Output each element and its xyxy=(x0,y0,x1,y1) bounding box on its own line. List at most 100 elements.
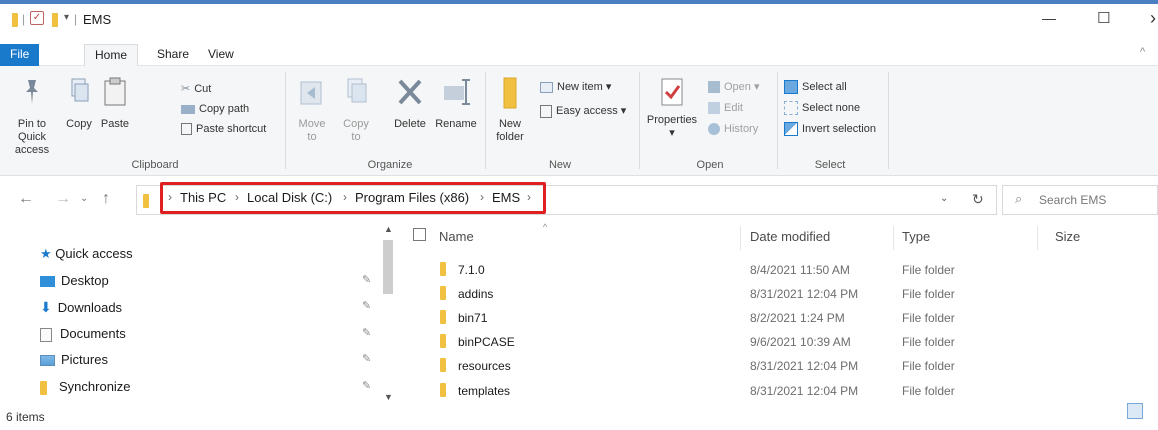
tab-view[interactable]: View xyxy=(198,44,244,66)
properties-button[interactable]: Properties ▾ xyxy=(644,76,700,140)
copy-path-icon xyxy=(181,104,195,114)
pin-icon: ✎ xyxy=(362,300,372,312)
nav-pane-scrollbar[interactable]: ▲ ▼ xyxy=(381,224,395,404)
properties-icon xyxy=(661,78,683,106)
folder-icon xyxy=(12,13,18,27)
folder-icon xyxy=(440,383,446,397)
tab-share[interactable]: Share xyxy=(147,44,199,66)
group-label-new: New xyxy=(548,159,571,171)
paste-shortcut-button[interactable]: Paste shortcut xyxy=(181,120,266,138)
new-item-button[interactable]: New item ▾ xyxy=(540,78,611,96)
rename-button[interactable]: Rename xyxy=(434,76,478,131)
folder-icon xyxy=(440,262,446,276)
paste-button[interactable]: Paste xyxy=(100,76,130,131)
file-type: File folder xyxy=(902,384,955,398)
breadcrumb-ems[interactable]: EMS xyxy=(492,190,520,205)
details-view-icon[interactable] xyxy=(1127,403,1143,419)
group-label-organize: Organize xyxy=(367,159,413,171)
invert-selection-button[interactable]: Invert selection xyxy=(784,120,876,138)
breadcrumb-this-pc[interactable]: This PC xyxy=(180,190,226,205)
nav-item-desktop[interactable]: Desktop xyxy=(40,270,109,292)
divider xyxy=(893,226,894,250)
cut-button[interactable]: ✂ Cut xyxy=(181,80,211,98)
breadcrumb-separator-icon: › xyxy=(480,190,484,204)
copy-to-icon xyxy=(347,78,367,103)
file-type: File folder xyxy=(902,335,955,349)
scroll-down-arrow-icon[interactable]: ▼ xyxy=(384,392,393,402)
nav-item-downloads[interactable]: ⬇ Downloads xyxy=(40,296,122,318)
maximize-button[interactable]: ☐ xyxy=(1097,9,1110,27)
copy-path-button[interactable]: Copy path xyxy=(181,100,249,118)
rename-icon xyxy=(444,79,470,105)
title-bar: | ✓ ▾ | EMS — ☐ › xyxy=(0,0,1158,40)
desktop-icon xyxy=(40,276,55,288)
column-header-date-modified[interactable]: Date modified xyxy=(750,229,830,244)
select-none-button[interactable]: Select none xyxy=(784,99,860,117)
item-count: 6 items xyxy=(6,410,45,424)
address-dropdown-chevron-icon[interactable]: ⌄ xyxy=(940,193,948,204)
delete-button[interactable]: Delete xyxy=(388,76,432,131)
file-row[interactable]: binPCASE 9/6/2021 10:39 AM File folder xyxy=(400,331,1158,353)
scroll-up-arrow-icon[interactable]: ▲ xyxy=(384,224,393,234)
history-button[interactable]: History xyxy=(708,120,758,138)
minimize-button[interactable]: — xyxy=(1042,10,1056,26)
divider xyxy=(639,72,640,169)
file-name: templates xyxy=(458,384,511,398)
nav-item-pictures[interactable]: Pictures xyxy=(40,349,108,371)
documents-icon xyxy=(40,327,52,342)
scrollbar-thumb[interactable] xyxy=(383,240,393,294)
tab-home[interactable]: Home xyxy=(84,44,139,66)
nav-item-documents[interactable]: Documents xyxy=(40,323,126,345)
properties-qat-icon[interactable]: ✓ xyxy=(30,11,44,25)
divider xyxy=(485,72,486,169)
ribbon-collapse-icon[interactable]: ^ xyxy=(1140,46,1145,58)
folder-icon xyxy=(440,358,446,372)
file-row[interactable]: templates 8/31/2021 12:04 PM File folder xyxy=(400,380,1158,402)
open-icon xyxy=(708,81,720,94)
divider xyxy=(1037,226,1038,250)
new-folder-button[interactable]: New folder xyxy=(492,76,528,144)
file-row[interactable]: bin71 8/2/2021 1:24 PM File folder xyxy=(400,307,1158,329)
group-label-open: Open xyxy=(696,159,724,171)
new-folder-qat-icon[interactable] xyxy=(52,13,58,27)
column-header-type[interactable]: Type xyxy=(902,229,930,244)
file-type: File folder xyxy=(902,263,955,277)
column-header-size[interactable]: Size xyxy=(1055,229,1080,244)
file-row[interactable]: resources 8/31/2021 12:04 PM File folder xyxy=(400,355,1158,377)
breadcrumb-local-disk[interactable]: Local Disk (C:) xyxy=(247,190,332,205)
move-to-button[interactable]: Move to xyxy=(294,76,330,144)
file-row[interactable]: 7.1.0 8/4/2021 11:50 AM File folder xyxy=(400,259,1158,281)
breadcrumb-program-files[interactable]: Program Files (x86) xyxy=(355,190,469,205)
folder-icon xyxy=(143,194,149,208)
customize-qat-icon[interactable]: ▾ xyxy=(64,12,69,23)
search-box[interactable]: ⌕ Search EMS xyxy=(1002,185,1158,215)
up-arrow-icon[interactable]: ↑ xyxy=(102,190,110,208)
nav-quick-access[interactable]: ★ Quick access xyxy=(40,243,133,265)
select-all-checkbox[interactable] xyxy=(413,228,426,241)
file-date: 8/31/2021 12:04 PM xyxy=(750,287,859,301)
column-header-name[interactable]: Name xyxy=(439,229,474,244)
nav-item-synchronize[interactable]: Synchronize xyxy=(40,376,131,398)
open-button[interactable]: Open ▾ xyxy=(708,78,760,96)
tab-file[interactable]: File xyxy=(0,44,40,66)
search-input[interactable]: Search EMS xyxy=(1039,193,1106,207)
file-row[interactable]: addins 8/31/2021 12:04 PM File folder xyxy=(400,283,1158,305)
refresh-icon[interactable]: ↻ xyxy=(972,191,984,208)
forward-arrow-icon[interactable]: → xyxy=(55,190,71,208)
back-arrow-icon[interactable]: ← xyxy=(18,190,34,208)
edit-button[interactable]: Edit xyxy=(708,99,743,117)
select-all-icon xyxy=(784,80,798,95)
select-all-button[interactable]: Select all xyxy=(784,78,847,96)
divider xyxy=(888,72,889,169)
breadcrumb-separator-icon: › xyxy=(235,190,239,204)
pin-icon: ✎ xyxy=(362,353,372,365)
easy-access-button[interactable]: Easy access ▾ xyxy=(540,102,626,120)
copy-button[interactable]: Copy xyxy=(64,76,94,131)
pin-to-quick-access-button[interactable]: Pin to Quick access xyxy=(4,76,60,157)
copy-to-button[interactable]: Copy to xyxy=(338,76,374,144)
close-button[interactable]: › xyxy=(1150,8,1156,29)
recent-locations-chevron-icon[interactable]: ⌄ xyxy=(80,193,88,204)
file-type: File folder xyxy=(902,287,955,301)
invert-selection-icon xyxy=(784,122,798,137)
pin-icon xyxy=(26,80,38,104)
